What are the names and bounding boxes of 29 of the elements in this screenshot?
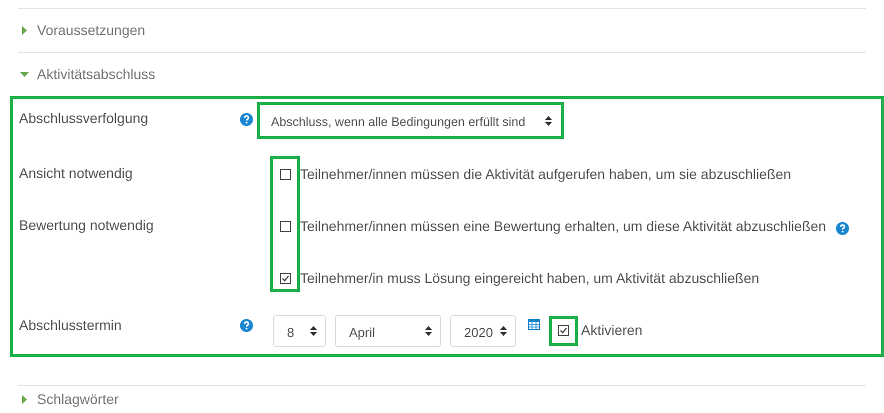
checkbox[interactable] (558, 325, 569, 336)
dropdown[interactable]: 2020 (450, 314, 516, 346)
caret-down-icon[interactable] (20, 70, 29, 79)
up-down-arrows-icon (310, 326, 317, 336)
dropdown[interactable]: 8 (273, 314, 326, 346)
section-title[interactable]: Schlagwörter (37, 389, 119, 410)
checkbox-label: Teilnehmer/innen müssen die Aktivität aufgerufen haben, um sie abzuschließen (300, 164, 792, 184)
field-label: Bewertung notwendig (18, 216, 155, 235)
checkbox-label: Teilnehmer/innen müssen eine Bewertung erhalten, um diese Aktivität abzuschließen (300, 216, 826, 236)
section-title[interactable]: Aktivitätsabschluss (37, 64, 156, 85)
help-icon[interactable] (240, 113, 253, 126)
checkbox[interactable] (280, 220, 291, 232)
checkbox[interactable] (280, 168, 291, 180)
up-down-arrows-icon (545, 116, 552, 126)
help-icon[interactable] (836, 222, 850, 234)
up-down-arrows-icon (500, 326, 507, 336)
help-icon[interactable] (240, 319, 253, 332)
dropdown[interactable]: April (335, 314, 441, 346)
checkbox-label: Aktivieren (581, 321, 642, 340)
field-label: Abschlusstermin (18, 316, 123, 335)
checkbox-label: Teilnehmer/in muss Lösung eingereicht haben, um Aktivität abzuschließen (300, 268, 760, 288)
caret-right-icon[interactable] (20, 395, 29, 404)
checkbox[interactable] (280, 272, 291, 284)
field-label: Abschlussverfolgung (18, 109, 150, 128)
section-title[interactable]: Voraussetzungen (37, 20, 146, 41)
up-down-arrows-icon (425, 326, 432, 336)
calendar-icon[interactable] (528, 318, 540, 330)
field-label: Ansicht notwendig (18, 164, 134, 183)
caret-right-icon[interactable] (20, 26, 29, 35)
